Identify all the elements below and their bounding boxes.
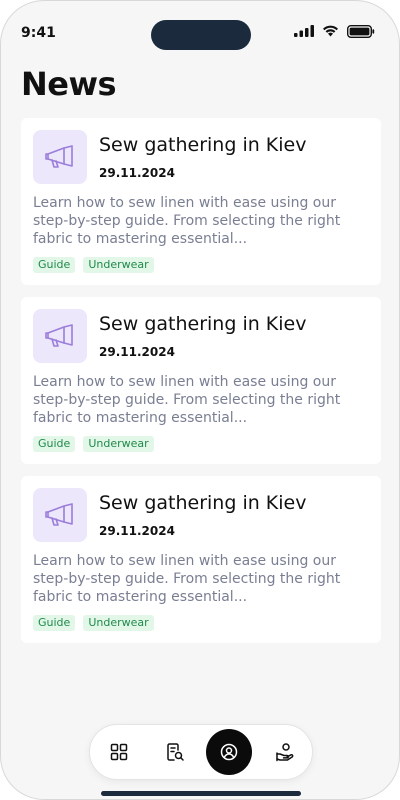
tag-badge[interactable]: Underwear [83, 257, 154, 273]
news-title: Sew gathering in Kiev [99, 492, 307, 514]
news-title: Sew gathering in Kiev [99, 134, 307, 156]
news-card[interactable]: Sew gathering in Kiev 29.11.2024 Learn h… [21, 297, 381, 464]
bottom-nav [89, 724, 313, 780]
status-bar: 9:41 [1, 1, 399, 61]
home-indicator [101, 791, 301, 796]
wifi-icon [322, 25, 339, 37]
nav-home-button[interactable] [96, 729, 142, 775]
news-list: Sew gathering in Kiev 29.11.2024 Learn h… [21, 118, 381, 655]
news-description: Learn how to sew linen with ease using o… [33, 553, 341, 605]
news-date: 29.11.2024 [99, 345, 175, 359]
tag-badge[interactable]: Guide [33, 615, 76, 631]
news-date: 29.11.2024 [99, 524, 175, 538]
tag-badge[interactable]: Underwear [83, 436, 154, 452]
tag-list: Guide Underwear [33, 257, 154, 273]
megaphone-icon [33, 130, 87, 184]
battery-icon [347, 24, 375, 38]
tag-badge[interactable]: Underwear [83, 615, 154, 631]
hand-coin-icon [275, 742, 295, 762]
document-search-icon [165, 742, 185, 762]
page-title: News [21, 65, 117, 103]
grid-icon [110, 743, 128, 761]
news-card[interactable]: Sew gathering in Kiev 29.11.2024 Learn h… [21, 118, 381, 285]
news-date: 29.11.2024 [99, 166, 175, 180]
nav-profile-button[interactable] [206, 729, 252, 775]
nav-documents-button[interactable] [152, 729, 198, 775]
phone-frame: 9:41 News Sew gathering in Kiev 29.11.20… [0, 0, 400, 800]
nav-donate-button[interactable] [262, 729, 308, 775]
megaphone-icon [33, 309, 87, 363]
signal-icon [294, 25, 314, 37]
status-time: 9:41 [21, 25, 56, 41]
tag-list: Guide Underwear [33, 436, 154, 452]
tag-badge[interactable]: Guide [33, 257, 76, 273]
news-card[interactable]: Sew gathering in Kiev 29.11.2024 Learn h… [21, 476, 381, 643]
tag-badge[interactable]: Guide [33, 436, 76, 452]
megaphone-icon [33, 488, 87, 542]
status-icons [294, 23, 375, 39]
news-description: Learn how to sew linen with ease using o… [33, 374, 341, 426]
news-title: Sew gathering in Kiev [99, 313, 307, 335]
dynamic-island [151, 20, 251, 50]
tag-list: Guide Underwear [33, 615, 154, 631]
user-circle-icon [220, 743, 238, 761]
news-description: Learn how to sew linen with ease using o… [33, 195, 341, 247]
